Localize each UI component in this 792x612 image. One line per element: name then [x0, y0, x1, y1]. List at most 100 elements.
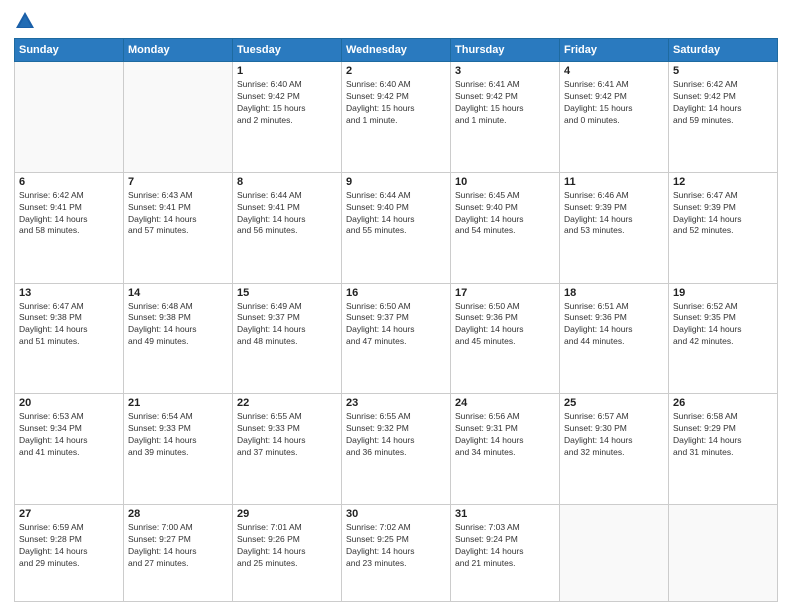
calendar-cell [560, 505, 669, 602]
day-number: 1 [237, 65, 337, 77]
calendar-cell: 28Sunrise: 7:00 AMSunset: 9:27 PMDayligh… [124, 505, 233, 602]
weekday-header-wednesday: Wednesday [342, 39, 451, 62]
calendar-cell: 7Sunrise: 6:43 AMSunset: 9:41 PMDaylight… [124, 172, 233, 283]
calendar-cell [124, 62, 233, 173]
calendar-cell: 27 Sunrise: 6:59 AMSunset: 9:28 PMDayligh… [15, 505, 124, 602]
day-number: 14 [128, 287, 228, 299]
day-number: 16 [346, 287, 446, 299]
day-number: 29 [237, 508, 337, 520]
calendar-cell: 10 Sunrise: 6:45 AMSunset: 9:40 PMDayligh… [451, 172, 560, 283]
day-number: 28 [128, 508, 228, 520]
day-number: 23 [346, 397, 446, 409]
day-info: Sunrise: 6:56 AMSunset: 9:31 PMDaylight:… [455, 411, 555, 459]
calendar-cell: 26 Sunrise: 6:58 AMSunset: 9:29 PMDayligh… [669, 394, 778, 505]
day-info: Sunrise: 6:51 AMSunset: 9:36 PMDaylight:… [564, 301, 664, 349]
day-info: Sunrise: 7:02 AMSunset: 9:25 PMDaylight:… [346, 522, 446, 570]
day-number: 5 [673, 65, 773, 77]
calendar-cell: 2 Sunrise: 6:40 AMSunset: 9:42 PMDaylight… [342, 62, 451, 173]
day-info: Sunrise: 6:58 AMSunset: 9:29 PMDaylight:… [673, 411, 773, 459]
day-number: 11 [564, 176, 664, 188]
weekday-header-tuesday: Tuesday [233, 39, 342, 62]
calendar-cell [15, 62, 124, 173]
day-number: 10 [455, 176, 555, 188]
day-info: Sunrise: 6:45 AMSunset: 9:40 PMDaylight:… [455, 190, 555, 238]
calendar-week-row: 6 Sunrise: 6:42 AMSunset: 9:41 PMDaylight… [15, 172, 778, 283]
day-number: 6 [19, 176, 119, 188]
calendar-cell: 1 Sunrise: 6:40 AMSunset: 9:42 PMDaylight… [233, 62, 342, 173]
calendar-cell: 14Sunrise: 6:48 AMSunset: 9:38 PMDayligh… [124, 283, 233, 394]
calendar-cell: 9Sunrise: 6:44 AMSunset: 9:40 PMDaylight… [342, 172, 451, 283]
day-info: Sunrise: 6:43 AMSunset: 9:41 PMDaylight:… [128, 190, 228, 238]
calendar-cell: 19 Sunrise: 6:52 AMSunset: 9:35 PMDayligh… [669, 283, 778, 394]
weekday-header-saturday: Saturday [669, 39, 778, 62]
day-info: Sunrise: 7:01 AMSunset: 9:26 PMDaylight:… [237, 522, 337, 570]
calendar-cell: 13 Sunrise: 6:47 AMSunset: 9:38 PMDayligh… [15, 283, 124, 394]
calendar-cell: 23 Sunrise: 6:55 AMSunset: 9:32 PMDayligh… [342, 394, 451, 505]
calendar-cell: 24 Sunrise: 6:56 AMSunset: 9:31 PMDayligh… [451, 394, 560, 505]
day-info: Sunrise: 6:44 AMSunset: 9:41 PMDaylight:… [237, 190, 337, 238]
day-info: Sunrise: 6:41 AMSunset: 9:42 PMDaylight:… [455, 79, 555, 127]
day-info: Sunrise: 6:40 AMSunset: 9:42 PMDaylight:… [237, 79, 337, 127]
day-info: Sunrise: 6:49 AMSunset: 9:37 PMDaylight:… [237, 301, 337, 349]
weekday-header-thursday: Thursday [451, 39, 560, 62]
calendar-cell: 8 Sunrise: 6:44 AMSunset: 9:41 PMDaylight… [233, 172, 342, 283]
day-info: Sunrise: 6:47 AMSunset: 9:38 PMDaylight:… [19, 301, 119, 349]
calendar-cell: 5 Sunrise: 6:42 AMSunset: 9:42 PMDaylight… [669, 62, 778, 173]
header [14, 10, 778, 32]
calendar-week-row: 1 Sunrise: 6:40 AMSunset: 9:42 PMDaylight… [15, 62, 778, 173]
day-info: Sunrise: 6:55 AMSunset: 9:33 PMDaylight:… [237, 411, 337, 459]
calendar-cell: 25Sunrise: 6:57 AMSunset: 9:30 PMDayligh… [560, 394, 669, 505]
day-info: Sunrise: 6:55 AMSunset: 9:32 PMDaylight:… [346, 411, 446, 459]
day-number: 12 [673, 176, 773, 188]
day-number: 18 [564, 287, 664, 299]
day-info: Sunrise: 6:42 AMSunset: 9:42 PMDaylight:… [673, 79, 773, 127]
day-number: 2 [346, 65, 446, 77]
calendar-week-row: 20 Sunrise: 6:53 AMSunset: 9:34 PMDayligh… [15, 394, 778, 505]
day-info: Sunrise: 6:50 AMSunset: 9:37 PMDaylight:… [346, 301, 446, 349]
calendar-cell: 4Sunrise: 6:41 AMSunset: 9:42 PMDaylight… [560, 62, 669, 173]
day-number: 3 [455, 65, 555, 77]
calendar-cell: 17 Sunrise: 6:50 AMSunset: 9:36 PMDayligh… [451, 283, 560, 394]
day-info: Sunrise: 6:53 AMSunset: 9:34 PMDaylight:… [19, 411, 119, 459]
weekday-header-row: SundayMondayTuesdayWednesdayThursdayFrid… [15, 39, 778, 62]
weekday-header-friday: Friday [560, 39, 669, 62]
calendar-cell: 29 Sunrise: 7:01 AMSunset: 9:26 PMDayligh… [233, 505, 342, 602]
day-number: 17 [455, 287, 555, 299]
calendar-cell [669, 505, 778, 602]
day-number: 26 [673, 397, 773, 409]
calendar-cell: 12 Sunrise: 6:47 AMSunset: 9:39 PMDayligh… [669, 172, 778, 283]
day-info: Sunrise: 6:59 AMSunset: 9:28 PMDaylight:… [19, 522, 119, 570]
calendar-cell: 21Sunrise: 6:54 AMSunset: 9:33 PMDayligh… [124, 394, 233, 505]
day-info: Sunrise: 7:03 AMSunset: 9:24 PMDaylight:… [455, 522, 555, 570]
day-info: Sunrise: 6:40 AMSunset: 9:42 PMDaylight:… [346, 79, 446, 127]
day-number: 31 [455, 508, 555, 520]
page: SundayMondayTuesdayWednesdayThursdayFrid… [0, 0, 792, 612]
day-number: 24 [455, 397, 555, 409]
day-info: Sunrise: 6:57 AMSunset: 9:30 PMDaylight:… [564, 411, 664, 459]
logo-icon [14, 10, 36, 32]
calendar-cell: 15Sunrise: 6:49 AMSunset: 9:37 PMDayligh… [233, 283, 342, 394]
calendar-cell: 16 Sunrise: 6:50 AMSunset: 9:37 PMDayligh… [342, 283, 451, 394]
day-info: Sunrise: 6:50 AMSunset: 9:36 PMDaylight:… [455, 301, 555, 349]
calendar-cell: 20 Sunrise: 6:53 AMSunset: 9:34 PMDayligh… [15, 394, 124, 505]
day-info: Sunrise: 6:42 AMSunset: 9:41 PMDaylight:… [19, 190, 119, 238]
day-info: Sunrise: 6:52 AMSunset: 9:35 PMDaylight:… [673, 301, 773, 349]
weekday-header-sunday: Sunday [15, 39, 124, 62]
day-info: Sunrise: 6:46 AMSunset: 9:39 PMDaylight:… [564, 190, 664, 238]
weekday-header-monday: Monday [124, 39, 233, 62]
calendar-cell: 22Sunrise: 6:55 AMSunset: 9:33 PMDayligh… [233, 394, 342, 505]
day-number: 8 [237, 176, 337, 188]
calendar-cell: 31 Sunrise: 7:03 AMSunset: 9:24 PMDayligh… [451, 505, 560, 602]
day-number: 19 [673, 287, 773, 299]
calendar-cell: 18 Sunrise: 6:51 AMSunset: 9:36 PMDayligh… [560, 283, 669, 394]
day-info: Sunrise: 6:47 AMSunset: 9:39 PMDaylight:… [673, 190, 773, 238]
calendar-cell: 6 Sunrise: 6:42 AMSunset: 9:41 PMDaylight… [15, 172, 124, 283]
day-number: 30 [346, 508, 446, 520]
day-info: Sunrise: 6:41 AMSunset: 9:42 PMDaylight:… [564, 79, 664, 127]
day-number: 20 [19, 397, 119, 409]
day-number: 21 [128, 397, 228, 409]
calendar-table: SundayMondayTuesdayWednesdayThursdayFrid… [14, 38, 778, 602]
day-info: Sunrise: 6:44 AMSunset: 9:40 PMDaylight:… [346, 190, 446, 238]
day-number: 27 [19, 508, 119, 520]
day-number: 13 [19, 287, 119, 299]
